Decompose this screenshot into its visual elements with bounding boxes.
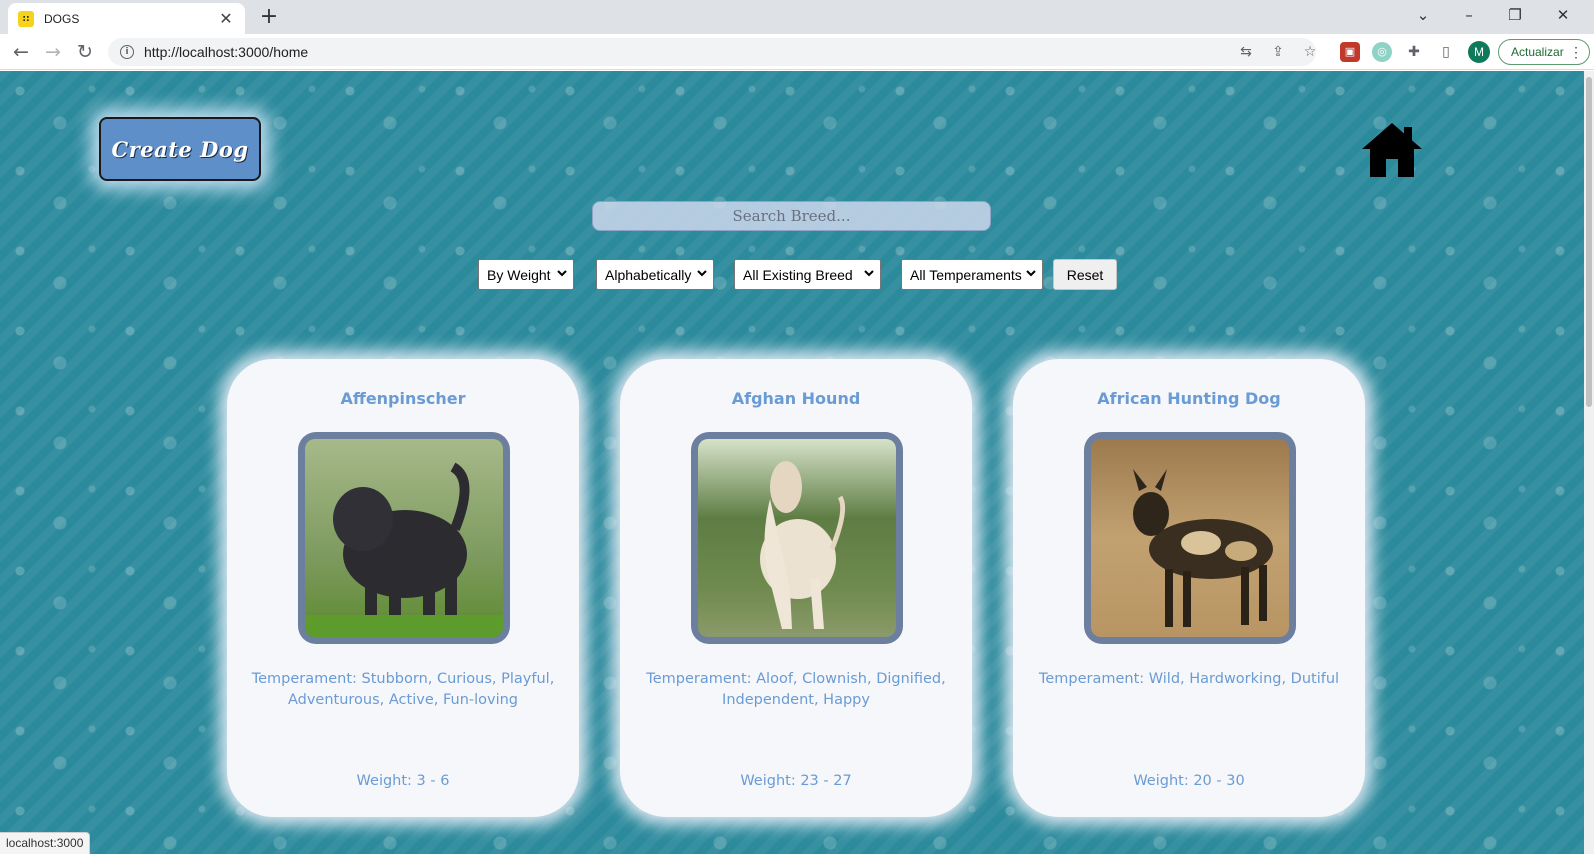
extension-icon[interactable]: ▣ [1340,42,1360,62]
chevron-down-icon [1026,270,1036,277]
minimize-button[interactable]: – [1446,0,1492,30]
scrollbar-thumb[interactable] [1586,77,1592,407]
status-bar: localhost:3000 [0,832,91,854]
update-label: Actualizar [1511,45,1564,59]
dog-silhouette [1133,469,1273,627]
site-info-icon[interactable]: i [120,45,134,59]
menu-dots-icon[interactable]: ⋮ [1569,44,1583,61]
dog-weight: Weight: 20 - 30 [1133,773,1245,789]
restore-button[interactable]: ❐ [1492,0,1538,30]
close-window-button[interactable]: ✕ [1540,0,1586,30]
profile-avatar[interactable]: M [1468,41,1490,63]
search-input[interactable] [592,201,991,231]
dog-photo [1091,439,1289,637]
dog-silhouette [305,462,503,637]
translate-icon[interactable]: ⇆ [1236,42,1256,62]
tab-strip: :: DOGS ✕ + ⌄ – ❐ ✕ [0,0,1594,34]
new-tab-button[interactable]: + [257,4,281,30]
dog-name[interactable]: African Hunting Dog [1013,389,1365,408]
breed-filter-select[interactable]: All Existing Breed [734,259,881,290]
tab-search-icon[interactable]: ⌄ [1400,0,1446,30]
dog-temperament: Temperament: Wild, Hardworking, Dutiful [1038,671,1340,687]
weight-sort-select[interactable]: By Weight [478,259,574,290]
dog-silhouette [760,461,846,629]
dog-photo-frame [298,432,510,644]
forward-icon[interactable]: → [40,39,66,65]
browser-tab[interactable]: :: DOGS ✕ [8,3,245,34]
reload-icon[interactable]: ↻ [72,39,98,65]
dog-photo [305,439,503,637]
dog-card[interactable]: African Hunting Dog Temperament: Wild, H… [1013,359,1365,817]
extension-icon[interactable]: ◎ [1372,42,1392,62]
address-bar[interactable]: i http://localhost:3000/home [108,38,1316,66]
reset-button[interactable]: Reset [1053,259,1117,290]
temperament-filter-select[interactable]: All Temperaments [901,259,1043,290]
update-button[interactable]: Actualizar ⋮ [1498,39,1590,65]
temperament-filter-value: All Temperaments [910,266,1022,283]
dog-weight: Weight: 23 - 27 [740,773,852,789]
dog-name[interactable]: Afghan Hound [620,389,972,408]
chevron-down-icon [697,270,707,277]
close-tab-icon[interactable]: ✕ [217,9,235,28]
dog-photo [698,439,896,637]
tab-title: DOGS [44,11,80,26]
dog-temperament: Temperament: Stubborn, Curious, Playful,… [251,671,555,708]
dog-temperament: Temperament: Aloof, Clownish, Dignified,… [646,671,946,708]
dog-photo-frame [1084,432,1296,644]
page-scrollbar[interactable] [1584,71,1594,854]
home-icon[interactable] [1360,119,1424,179]
puzzle-extensions-icon[interactable]: ✚ [1404,42,1424,62]
dog-weight: Weight: 3 - 6 [356,773,450,789]
dog-name[interactable]: Affenpinscher [227,389,579,408]
alphabetical-sort-select[interactable]: Alphabetically [596,259,714,290]
back-icon[interactable]: ← [8,39,34,65]
page-viewport: Create Dog By Weight Alphabetically All … [0,71,1584,854]
dog-card[interactable]: Afghan Hound Temperament: Aloof, Clownis… [620,359,972,817]
chevron-down-icon [864,270,874,277]
dog-photo-frame [691,432,903,644]
dog-card[interactable]: Affenpinscher Temperament: Stubborn, Cur… [227,359,579,817]
url-text: http://localhost:3000/home [144,44,309,60]
favicon-icon: :: [18,10,34,27]
browser-toolbar: ← → ↻ i http://localhost:3000/home ⇆ ⇪ ☆… [0,34,1594,70]
alphabetical-sort-value: Alphabetically [605,266,692,283]
side-panel-icon[interactable]: ▯ [1436,42,1456,62]
weight-sort-value: By Weight [487,266,551,283]
create-dog-button[interactable]: Create Dog [99,117,261,181]
breed-filter-value: All Existing Breed [743,266,853,283]
chevron-down-icon [557,270,567,277]
bookmark-star-icon[interactable]: ☆ [1300,42,1320,62]
share-icon[interactable]: ⇪ [1268,42,1288,62]
